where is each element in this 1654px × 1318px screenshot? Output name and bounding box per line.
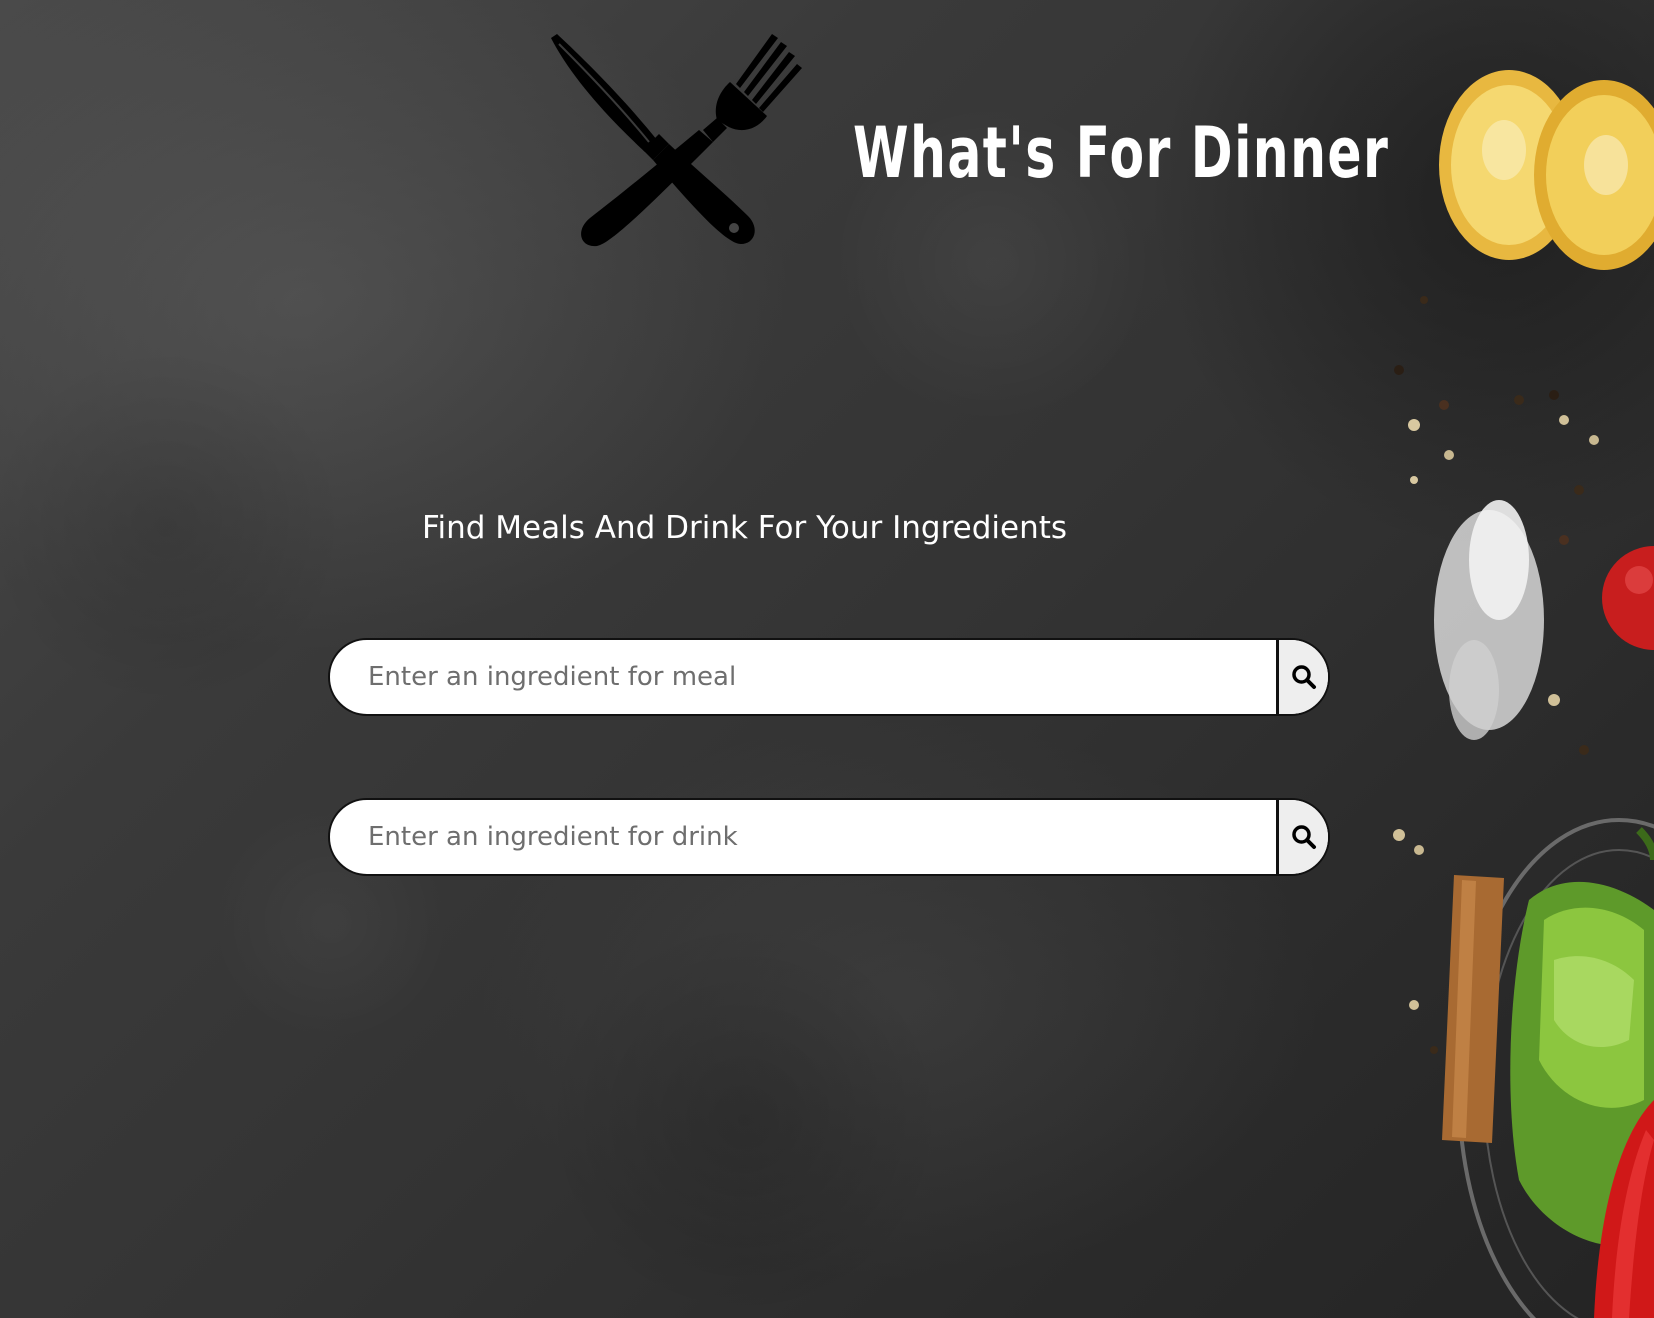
meal-search-button[interactable] <box>1276 640 1328 714</box>
knife-and-fork-icon <box>551 34 802 247</box>
tagline-text: Find Meals And Drink For Your Ingredient… <box>421 510 1068 546</box>
meal-ingredient-input[interactable] <box>330 640 1276 714</box>
vegetable-basket <box>1457 818 1654 1318</box>
wooden-handle <box>1442 875 1504 1143</box>
corn-slices <box>1439 70 1654 270</box>
drink-ingredient-input[interactable] <box>330 800 1276 874</box>
search-icon <box>1291 665 1316 689</box>
site-title: What's For Dinner <box>853 112 1390 194</box>
drink-search-form <box>328 798 1330 876</box>
peppercorns <box>1393 296 1599 1054</box>
red-pepper <box>1594 827 1654 1318</box>
food-decoration-image <box>1393 70 1654 1318</box>
meal-search-form <box>328 638 1330 716</box>
search-icon <box>1291 825 1316 849</box>
tagline: Find Meals And Drink For Your Ingredient… <box>0 510 1654 546</box>
drink-search-button[interactable] <box>1276 800 1328 874</box>
tomato <box>1602 546 1654 650</box>
